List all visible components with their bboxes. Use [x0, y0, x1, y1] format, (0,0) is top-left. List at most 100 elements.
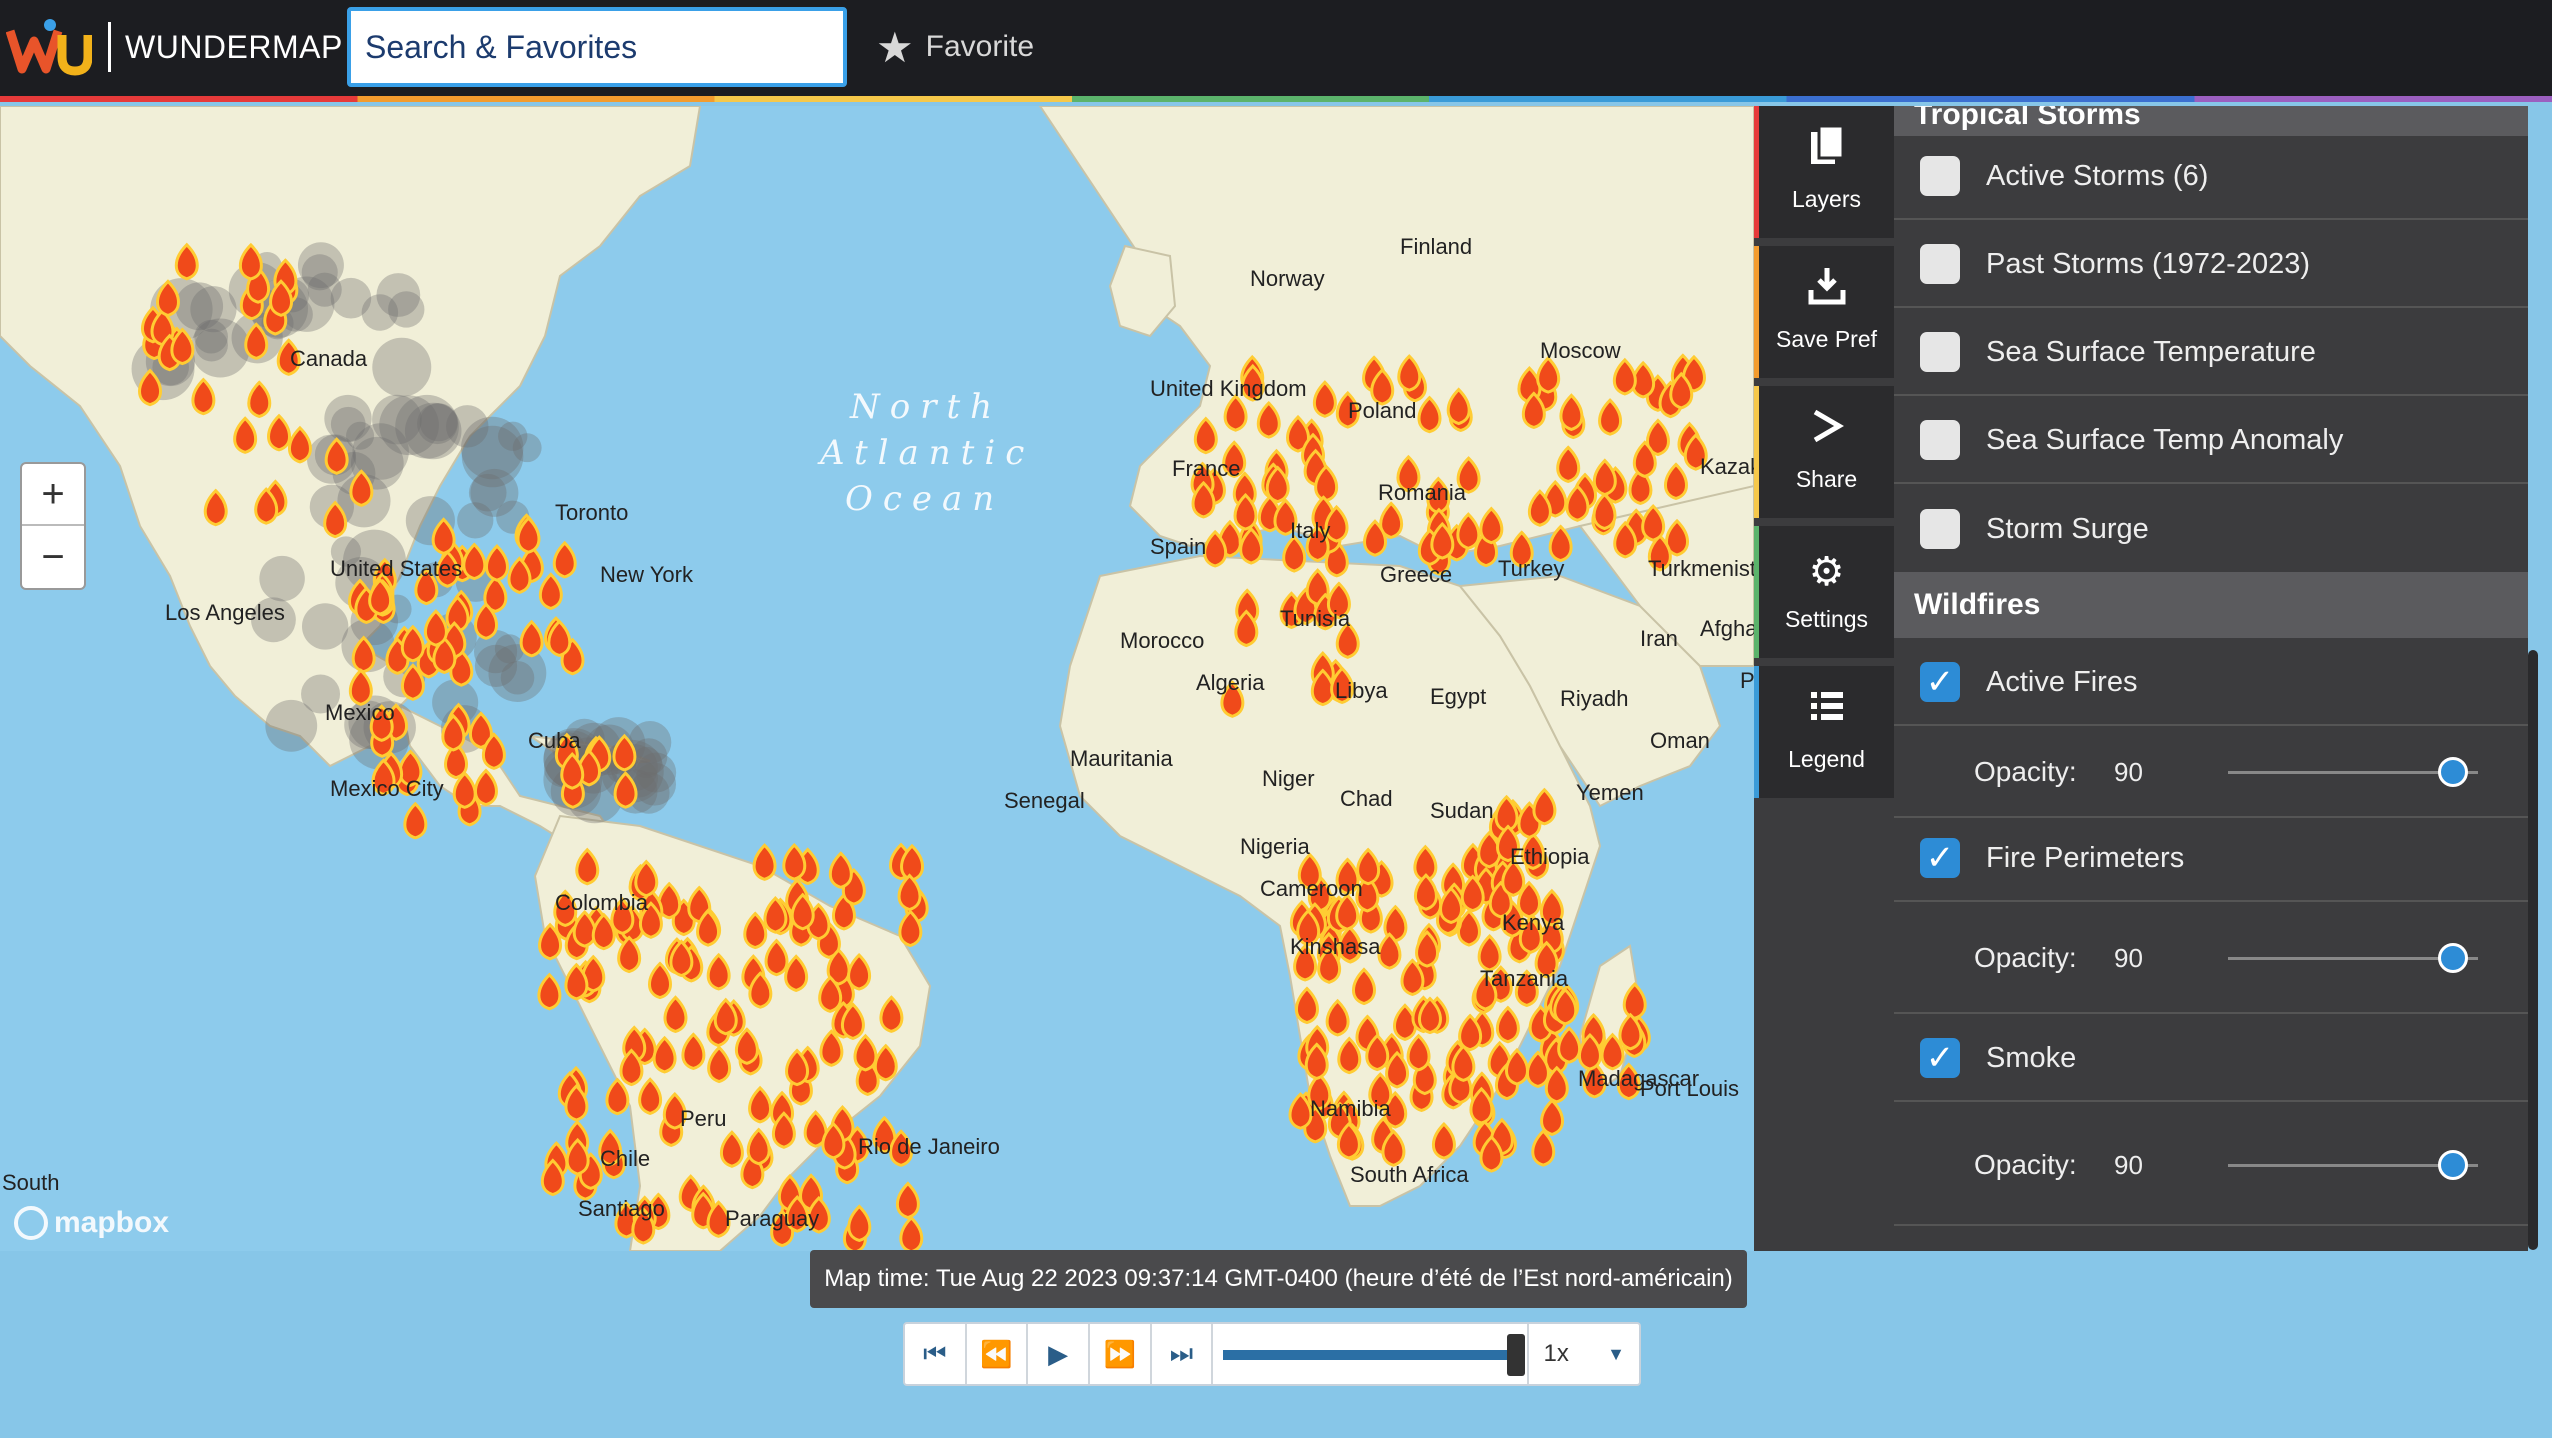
share-label: Share	[1795, 466, 1858, 492]
search-input[interactable]	[347, 7, 847, 87]
layer-smoke[interactable]: ✓ Smoke	[1894, 1016, 2528, 1102]
fast-forward-icon: ⏩	[1103, 1338, 1136, 1369]
skip-to-start-button[interactable]: ⏮	[905, 1324, 967, 1384]
legend-label: Legend	[1788, 746, 1865, 772]
save-pref-button[interactable]: Save Pref	[1754, 246, 1894, 378]
fire-marker[interactable]	[484, 544, 509, 582]
city-label: Rio de Janeiro	[858, 1134, 1000, 1159]
wundermap-app: WUNDERMAP ★ Favorite	[0, 0, 2552, 1438]
fire-marker[interactable]	[752, 843, 777, 881]
layer-label: Storm Surge	[1986, 512, 2149, 545]
city-label: Morocco	[1120, 628, 1204, 653]
city-label: Sudan	[1430, 798, 1494, 823]
city-label: Colombia	[555, 890, 649, 915]
opacity-slider[interactable]	[2228, 1149, 2478, 1180]
section-header-wildfires[interactable]: Wildfires	[1894, 572, 2528, 638]
slider-handle[interactable]	[2438, 942, 2468, 973]
layer-label: Sea Surface Temperature	[1986, 335, 2316, 368]
wu-logo-icon	[6, 19, 92, 76]
zoom-out-button[interactable]: −	[22, 526, 84, 588]
timeline-handle[interactable]	[1507, 1334, 1526, 1376]
settings-button[interactable]: ⚙ Settings	[1754, 526, 1894, 658]
opacity-label: Opacity:	[1974, 1149, 2077, 1180]
speed-value: 1x	[1543, 1340, 1569, 1367]
fire-marker[interactable]	[895, 1181, 920, 1220]
slider-handle[interactable]	[2438, 756, 2468, 787]
layer-sea-surface-temperature[interactable]: Sea Surface Temperature	[1894, 310, 2528, 396]
checkbox[interactable]	[1920, 156, 1960, 196]
skip-to-end-button[interactable]: ⏭	[1152, 1324, 1214, 1384]
layer-past-storms[interactable]: Past Storms (1972-2023)	[1894, 222, 2528, 308]
fire-marker[interactable]	[899, 1215, 924, 1251]
rewind-icon: ⏪	[980, 1338, 1013, 1369]
step-back-button[interactable]: ⏪	[967, 1324, 1029, 1384]
checkbox-checked[interactable]: ✓	[1920, 662, 1960, 702]
city-label: Mexico	[325, 700, 395, 725]
fire-marker[interactable]	[403, 801, 428, 840]
timeline-slider[interactable]	[1213, 1324, 1530, 1384]
side-toolbar: Layers Save Pref Share ⚙ Settings Legend	[1754, 106, 1894, 1251]
fire-marker[interactable]	[519, 619, 544, 658]
speed-select[interactable]: 1x ▼	[1529, 1324, 1639, 1384]
brand-name: WUNDERMAP	[125, 28, 343, 65]
legend-button[interactable]: Legend	[1754, 666, 1894, 798]
fire-marker[interactable]	[538, 572, 563, 610]
city-label: Romania	[1378, 480, 1467, 505]
smoke-puff	[190, 318, 250, 378]
opacity-label: Opacity:	[1974, 942, 2077, 973]
opacity-value: 90	[2114, 756, 2143, 787]
animation-controls: ⏮ ⏪ ▶ ⏩ ⏭ 1x ▼	[903, 1322, 1641, 1386]
checkbox[interactable]	[1920, 332, 1960, 372]
fire-marker[interactable]	[828, 851, 853, 889]
checkbox-checked[interactable]: ✓	[1920, 1038, 1960, 1078]
fire-marker[interactable]	[782, 842, 807, 881]
layer-storm-surge[interactable]: Storm Surge	[1894, 486, 2528, 572]
ocean-label-2: Atlantic	[817, 433, 1034, 473]
fire-marker[interactable]	[552, 540, 577, 579]
city-label: United States	[330, 556, 462, 581]
checkbox-checked[interactable]: ✓	[1920, 838, 1960, 878]
wu-logo[interactable]: WUNDERMAP	[6, 14, 343, 80]
favorite-button[interactable]: ★ Favorite	[876, 22, 1034, 72]
play-button[interactable]: ▶	[1028, 1324, 1090, 1384]
city-label: Toronto	[555, 500, 628, 525]
city-label: Kenya	[1502, 910, 1565, 935]
layers-icon	[1759, 124, 1894, 180]
fire-marker[interactable]	[1540, 1098, 1565, 1136]
layer-active-fires[interactable]: ✓ Active Fires	[1894, 640, 2528, 726]
save-pref-label: Save Pref	[1776, 326, 1877, 352]
city-label: Yemen	[1576, 780, 1644, 805]
city-label: South Africa	[1350, 1162, 1469, 1187]
smoke-puff	[474, 644, 518, 687]
opacity-slider[interactable]	[2228, 942, 2478, 973]
checkbox[interactable]	[1920, 509, 1960, 549]
layers-button[interactable]: Layers	[1754, 106, 1894, 238]
star-icon: ★	[876, 23, 914, 71]
layer-active-storms[interactable]: Active Storms (6)	[1894, 134, 2528, 220]
fire-marker[interactable]	[1531, 1128, 1556, 1167]
share-button[interactable]: Share	[1754, 386, 1894, 518]
slider-handle[interactable]	[2438, 1149, 2468, 1180]
mapbox-attribution[interactable]: mapbox	[14, 1206, 169, 1240]
step-forward-button[interactable]: ⏩	[1090, 1324, 1152, 1384]
checkbox[interactable]	[1920, 244, 1960, 284]
fire-marker[interactable]	[897, 873, 922, 912]
city-label: Turkey	[1498, 556, 1564, 581]
city-label: Spain	[1150, 534, 1206, 559]
fire-marker[interactable]	[1557, 1026, 1582, 1064]
checkbox[interactable]	[1920, 420, 1960, 460]
layer-fire-perimeters[interactable]: ✓ Fire Perimeters	[1894, 816, 2528, 902]
map-canvas[interactable]: North Atlantic Ocean Norway Finland United…	[0, 106, 1754, 1251]
world-map[interactable]: North Atlantic Ocean Norway Finland United…	[0, 106, 1754, 1251]
city-label: Ethiopia	[1510, 844, 1590, 869]
zoom-in-button[interactable]: +	[22, 464, 84, 526]
mapbox-label: mapbox	[54, 1206, 170, 1239]
city-label: Greece	[1380, 562, 1452, 587]
panel-scrollbar[interactable]	[2528, 650, 2538, 1250]
city-label: Canada	[290, 346, 368, 371]
layer-sea-surface-temp-anomaly[interactable]: Sea Surface Temp Anomaly	[1894, 398, 2528, 484]
opacity-label: Opacity:	[1974, 756, 2077, 787]
fire-marker[interactable]	[537, 972, 562, 1011]
opacity-slider[interactable]	[2228, 756, 2478, 787]
fire-marker[interactable]	[847, 1204, 872, 1243]
